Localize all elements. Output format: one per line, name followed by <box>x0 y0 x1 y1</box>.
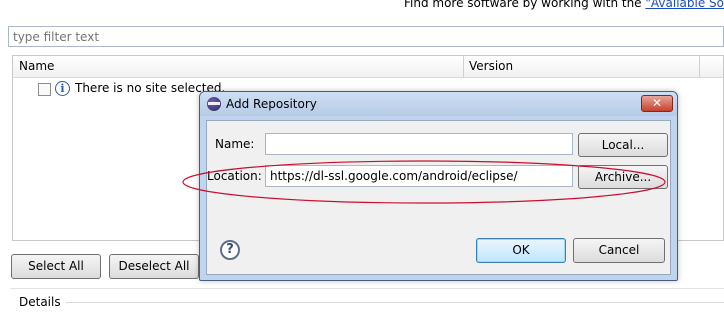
info-icon: i <box>55 81 70 96</box>
dialog-title: Add Repository <box>226 97 317 111</box>
column-header-name[interactable]: Name <box>19 59 54 73</box>
location-field[interactable] <box>265 165 573 187</box>
close-icon[interactable]: ✕ <box>641 95 673 112</box>
column-divider[interactable] <box>699 56 700 78</box>
cancel-button[interactable]: Cancel <box>573 238 665 263</box>
filter-input[interactable] <box>8 26 724 47</box>
table-header: Name Version <box>13 56 723 78</box>
local-button[interactable]: Local... <box>578 133 668 157</box>
available-software-link[interactable]: "Available Softw <box>645 0 724 10</box>
details-divider <box>66 302 724 303</box>
help-icon[interactable]: ? <box>220 240 240 260</box>
details-label: Details <box>19 295 61 309</box>
add-repository-dialog: Add Repository ✕ Name: Local... Location… <box>199 91 678 281</box>
deselect-all-button[interactable]: Deselect All <box>109 254 199 279</box>
location-label: Location: <box>207 169 262 183</box>
select-all-button[interactable]: Select All <box>11 254 101 279</box>
top-hint: Find more software by working with the "… <box>404 0 724 10</box>
site-checkbox[interactable] <box>38 83 51 96</box>
column-header-version[interactable]: Version <box>469 59 513 73</box>
column-divider[interactable] <box>463 56 464 78</box>
ok-button[interactable]: OK <box>476 238 566 263</box>
top-hint-text: Find more software by working with the <box>404 0 646 10</box>
eclipse-icon <box>207 97 221 111</box>
archive-button[interactable]: Archive... <box>578 165 668 189</box>
dialog-titlebar[interactable]: Add Repository ✕ <box>200 92 677 116</box>
dialog-body: Name: Local... Location: Archive... ? OK… <box>206 120 671 275</box>
name-field[interactable] <box>265 133 573 155</box>
name-label: Name: <box>215 137 255 151</box>
